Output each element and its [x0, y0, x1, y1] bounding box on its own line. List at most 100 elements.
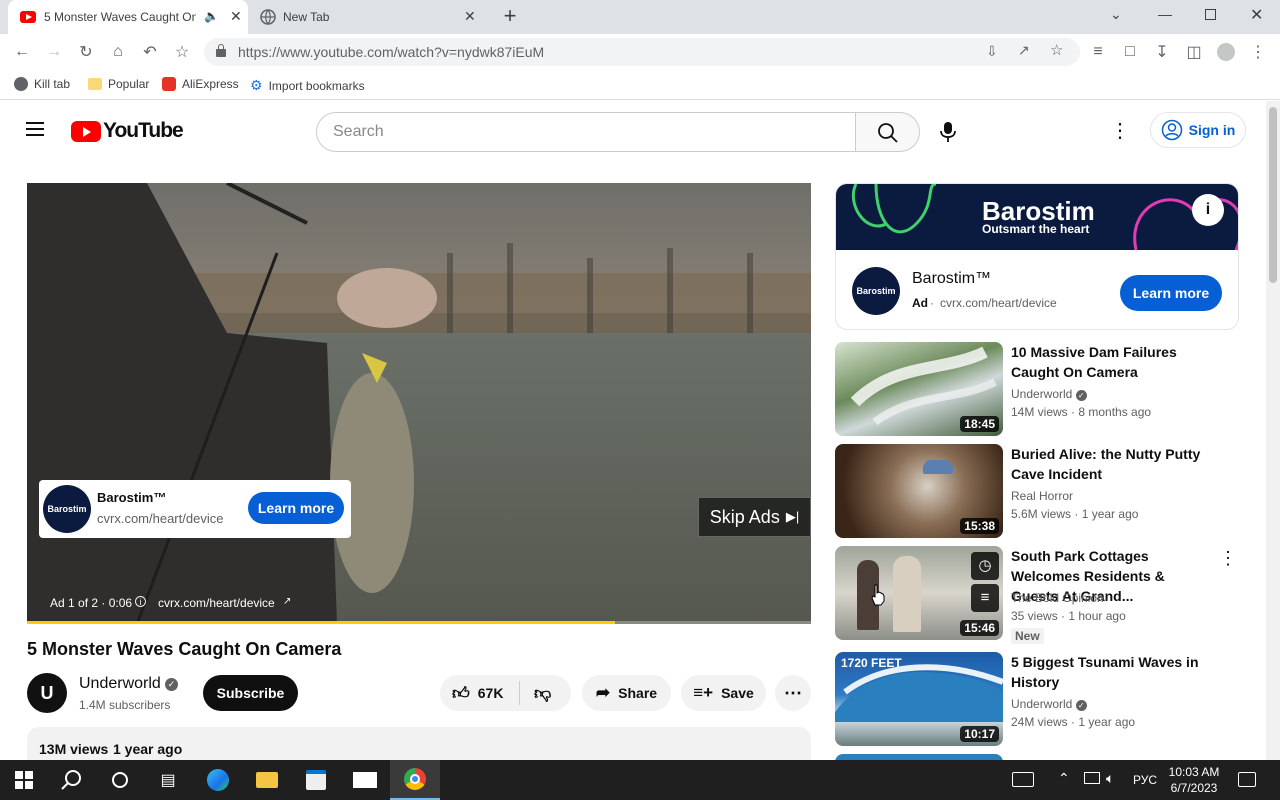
- hamburger-menu-icon[interactable]: [26, 122, 46, 138]
- taskbar-search-button[interactable]: [48, 760, 96, 800]
- progress-bar-track[interactable]: [27, 621, 811, 624]
- recommendation-item[interactable]: 1720 FEET 10:17 5 Biggest Tsunami Waves …: [835, 652, 1235, 748]
- page-scrollbar[interactable]: [1266, 101, 1280, 760]
- start-button[interactable]: [0, 760, 48, 800]
- close-tab-icon[interactable]: ✕: [464, 8, 476, 25]
- side-ad-card[interactable]: Barostim Outsmart the heart i Barostim B…: [835, 183, 1239, 330]
- bookmark-popular[interactable]: Popular: [88, 77, 149, 91]
- recommendation-title[interactable]: 5 Biggest Tsunami Waves in History: [1011, 652, 1211, 692]
- info-icon[interactable]: i: [135, 596, 146, 607]
- recommendation-title[interactable]: 10 Massive Dam Failures Caught On Camera: [1011, 342, 1211, 382]
- skip-ads-button[interactable]: Skip Ads ▶|: [698, 497, 811, 537]
- input-language[interactable]: РУС: [1133, 773, 1157, 787]
- recommendation-item[interactable]: 15:38 Buried Alive: the Nutty Putty Cave…: [835, 444, 1235, 540]
- network-icon[interactable]: [1084, 772, 1100, 784]
- share-button[interactable]: ➦ Share: [582, 675, 671, 711]
- channel-avatar[interactable]: U: [27, 673, 67, 713]
- chrome-taskbar-icon[interactable]: [390, 760, 440, 800]
- address-bar[interactable]: https://www.youtube.com/watch?v=nydwk87i…: [204, 38, 1080, 66]
- video-player[interactable]: Barostim Barostim™ cvrx.com/heart/device…: [27, 183, 811, 624]
- recommendation-item[interactable]: 18:45 10 Massive Dam Failures Caught On …: [835, 342, 1235, 438]
- recommendation-title[interactable]: Buried Alive: the Nutty Putty Cave Incid…: [1011, 444, 1211, 484]
- crop-icon[interactable]: □: [1118, 40, 1142, 64]
- notifications-icon[interactable]: [1238, 772, 1256, 787]
- video-thumbnail[interactable]: 15:38: [835, 444, 1003, 538]
- undo-icon[interactable]: ↶: [138, 40, 162, 64]
- voice-search-button[interactable]: [928, 112, 968, 152]
- side-ad-banner[interactable]: Barostim Outsmart the heart i: [836, 184, 1238, 250]
- settings-menu-icon[interactable]: ⋮: [1110, 119, 1130, 143]
- channel-name[interactable]: Underworld: [79, 675, 161, 693]
- dislike-button[interactable]: 👎︎: [520, 683, 551, 704]
- bookmark-kill-tab[interactable]: Kill tab: [14, 77, 70, 91]
- file-explorer-taskbar-icon[interactable]: [243, 760, 291, 800]
- view-count: 5.6M views: [1011, 507, 1072, 521]
- search-icon: [878, 123, 898, 143]
- player-learn-more-button[interactable]: Learn more: [248, 492, 344, 524]
- close-tab-icon[interactable]: ✕: [230, 8, 242, 25]
- player-ad-card[interactable]: Barostim Barostim™ cvrx.com/heart/device…: [39, 480, 351, 538]
- reading-list-icon[interactable]: ≡: [1086, 40, 1110, 64]
- download-icon[interactable]: ↧: [1150, 40, 1174, 64]
- item-menu-icon[interactable]: ⋮: [1219, 548, 1237, 569]
- clock[interactable]: 10:03 AM 6/7/2023: [1164, 764, 1224, 796]
- search-button[interactable]: [856, 112, 920, 152]
- speaker-icon[interactable]: 🔈: [204, 9, 219, 23]
- volume-muted-icon[interactable]: 🔈︎: [1106, 770, 1114, 787]
- like-button[interactable]: 👍︎ 67K: [440, 681, 520, 705]
- task-view-button[interactable]: ▤: [144, 760, 192, 800]
- video-thumbnail[interactable]: 18:45: [835, 342, 1003, 436]
- show-hidden-icons[interactable]: ⌃: [1058, 770, 1070, 787]
- cortana-button[interactable]: [96, 760, 144, 800]
- back-icon[interactable]: ←: [10, 40, 34, 64]
- video-thumbnail[interactable]: ◷ ≡ 15:46: [835, 546, 1003, 640]
- bookmark-star-icon[interactable]: ☆: [170, 40, 194, 64]
- bookmark-page-icon[interactable]: ☆: [1050, 41, 1063, 59]
- install-app-icon[interactable]: ⇩: [986, 43, 998, 60]
- view-count: 13M views: [39, 741, 109, 757]
- subscribe-button[interactable]: Subscribe: [203, 675, 298, 711]
- upload-age: 1 year ago: [1078, 715, 1136, 729]
- recommendation-channel[interactable]: Real Horror: [1011, 489, 1073, 503]
- forward-icon[interactable]: →: [42, 40, 66, 64]
- profile-icon[interactable]: [1214, 40, 1238, 64]
- minimize-button[interactable]: —: [1158, 6, 1172, 22]
- side-panel-icon[interactable]: ◫: [1182, 40, 1206, 64]
- clock-date: 6/7/2023: [1170, 781, 1218, 795]
- lock-icon[interactable]: [216, 44, 226, 57]
- reload-icon[interactable]: ↻: [74, 40, 98, 64]
- sign-in-button[interactable]: Sign in: [1150, 112, 1246, 148]
- save-button[interactable]: ≡+ Save: [681, 675, 766, 711]
- side-learn-more-button[interactable]: Learn more: [1120, 275, 1222, 311]
- restore-button[interactable]: [1205, 9, 1216, 20]
- like-dislike-group: 👍︎ 67K 👎︎: [440, 675, 571, 711]
- bookmark-aliexpress[interactable]: AliExpress: [162, 77, 239, 91]
- watch-later-icon[interactable]: ◷: [971, 552, 999, 580]
- ad-info-icon[interactable]: i: [1192, 194, 1224, 226]
- new-tab-button[interactable]: +: [498, 4, 522, 28]
- keyboard-icon[interactable]: [1012, 772, 1034, 787]
- tab-new-tab[interactable]: New Tab ✕: [250, 0, 486, 34]
- recommendation-channel[interactable]: Underworld ✓: [1011, 387, 1087, 401]
- home-icon[interactable]: ⌂: [106, 40, 130, 64]
- browser-menu-icon[interactable]: ⋮: [1246, 40, 1270, 64]
- more-actions-button[interactable]: ⋯: [775, 675, 811, 711]
- share-page-icon[interactable]: ↗: [1018, 42, 1030, 59]
- close-window-button[interactable]: ✕: [1250, 5, 1263, 25]
- store-taskbar-icon[interactable]: [292, 760, 340, 800]
- tab-search-icon[interactable]: ⌄: [1110, 6, 1122, 23]
- mail-taskbar-icon[interactable]: [341, 760, 389, 800]
- search-input[interactable]: Search: [316, 112, 856, 152]
- recommendation-channel[interactable]: The Bold Opinion: [1011, 591, 1104, 605]
- recommendation-item[interactable]: ◷ ≡ 15:46 South Park Cottages Welcomes R…: [835, 546, 1237, 644]
- tab-youtube[interactable]: 5 Monster Waves Caught On Camera 🔈 ✕: [8, 0, 248, 34]
- video-thumbnail[interactable]: 1720 FEET 10:17: [835, 652, 1003, 746]
- ad-link[interactable]: cvrx.com/heart/device: [158, 596, 275, 610]
- scrollbar-thumb[interactable]: [1269, 107, 1277, 283]
- youtube-logo[interactable]: YouTube: [71, 119, 184, 142]
- recommendation-channel[interactable]: Underworld ✓: [1011, 697, 1087, 711]
- bookmark-import[interactable]: ⚙ Import bookmarks: [250, 77, 365, 94]
- edge-taskbar-icon[interactable]: [194, 760, 242, 800]
- description-box[interactable]: 13M views 1 year ago: [27, 727, 811, 760]
- add-to-queue-icon[interactable]: ≡: [971, 584, 999, 612]
